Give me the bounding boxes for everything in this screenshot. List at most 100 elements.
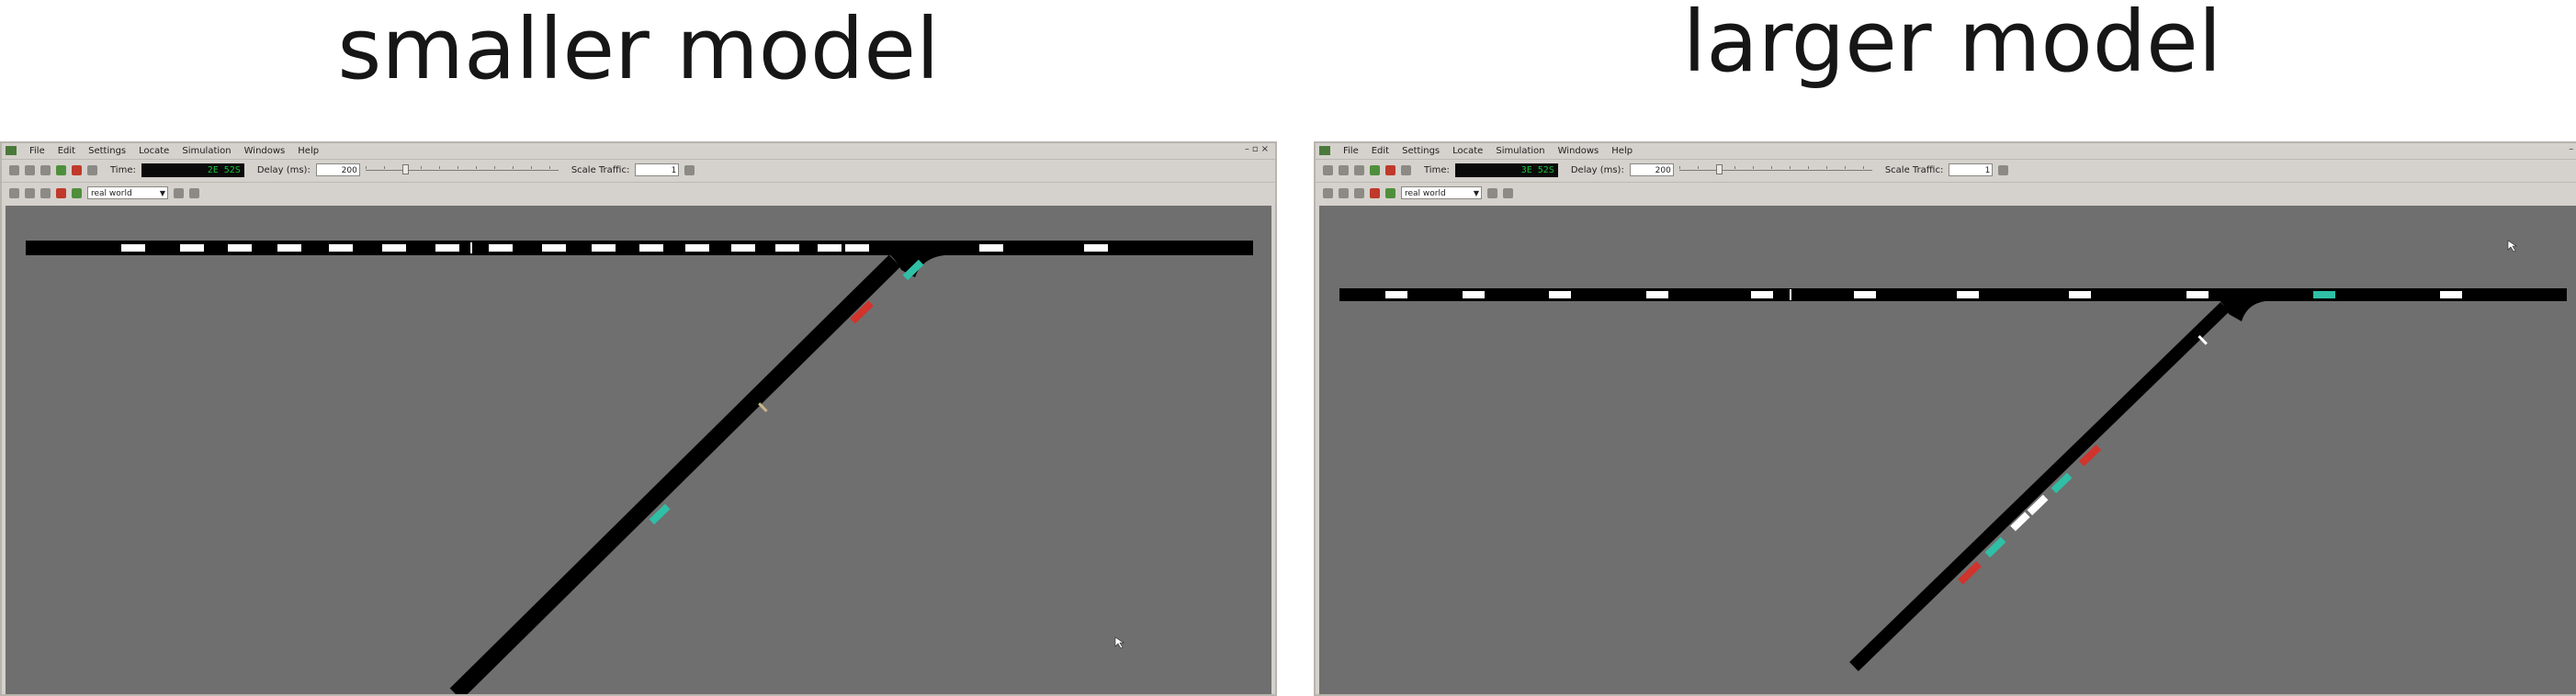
slider-thumb[interactable] (1715, 164, 1723, 174)
step-icon[interactable] (1401, 164, 1411, 175)
step-icon[interactable] (87, 164, 97, 175)
on-ramp (1849, 301, 2230, 672)
menu-windows[interactable]: Windows (244, 146, 286, 156)
menu-windows[interactable]: Windows (1558, 146, 1599, 156)
delay-spinner[interactable]: 200 (1629, 163, 1674, 176)
screenshot-icon[interactable] (1503, 187, 1513, 198)
ramp-marker (758, 402, 768, 413)
vehicle (1751, 291, 1773, 298)
vehicle (1463, 291, 1485, 298)
scale-traffic-spinner[interactable]: 1 (1949, 163, 1994, 176)
chevron-down-icon: ▼ (159, 189, 165, 197)
sumo-gui-window: File Edit Settings Locate Simulation Win… (1314, 141, 2576, 696)
vehicle (845, 244, 869, 252)
vehicle (1084, 244, 1108, 252)
tree-icon[interactable] (1385, 187, 1395, 198)
slider-tick (475, 166, 477, 169)
vehicle-teal (2313, 291, 2335, 298)
time-label: Time: (110, 164, 136, 175)
apply-icon[interactable] (1998, 164, 2009, 175)
delay-label: Delay (ms): (256, 164, 311, 175)
color-icon[interactable] (56, 187, 66, 198)
vehicle (1385, 291, 1407, 298)
run-icon[interactable] (1370, 164, 1380, 175)
slider-tick (1825, 166, 1827, 169)
vehicle (542, 244, 566, 252)
vehicle (1854, 291, 1876, 298)
scale-traffic-label: Scale Traffic: (1884, 164, 1944, 175)
time-display: 3E 52S (1454, 163, 1558, 177)
menu-bar: File Edit Settings Locate Simulation Win… (2, 143, 1275, 158)
time-display: 2E 52S (141, 163, 244, 177)
window-controls[interactable]: –▫× (1245, 144, 1271, 154)
settings-icon[interactable] (174, 187, 184, 198)
slider-thumb[interactable] (401, 164, 409, 174)
app-icon (6, 146, 17, 155)
simulation-toolbar: Time: 3E 52S Delay (ms): 200 Scale Traff… (1316, 159, 2576, 180)
stop-icon[interactable] (72, 164, 82, 175)
color-icon[interactable] (1370, 187, 1380, 198)
delay-spinner[interactable]: 200 (315, 163, 360, 176)
menu-simulation[interactable]: Simulation (182, 146, 231, 156)
slider-tick (548, 166, 550, 169)
save-icon[interactable] (40, 164, 51, 175)
vehicle (775, 244, 799, 252)
open-icon[interactable] (9, 164, 19, 175)
locate-icon[interactable] (9, 187, 19, 198)
menu-edit[interactable]: Edit (1372, 146, 1389, 156)
slider-tick (1752, 166, 1754, 169)
open-icon[interactable] (1323, 164, 1333, 175)
menu-settings[interactable]: Settings (88, 146, 126, 156)
run-icon[interactable] (56, 164, 66, 175)
simulation-canvas[interactable] (6, 206, 1271, 694)
settings-icon[interactable] (1487, 187, 1497, 198)
locate-icon[interactable] (1323, 187, 1333, 198)
menu-file[interactable]: File (1343, 146, 1359, 156)
menu-edit[interactable]: Edit (58, 146, 75, 156)
view-scheme-select[interactable]: real world ▼ (87, 186, 168, 199)
reload-icon[interactable] (1339, 164, 1349, 175)
vehicle (1646, 291, 1668, 298)
delay-slider[interactable] (1678, 163, 1872, 176)
zoom-icon[interactable] (1339, 187, 1349, 198)
slider-tick (383, 166, 385, 169)
simulation-canvas[interactable] (1319, 206, 2576, 694)
scale-traffic-spinner[interactable]: 1 (635, 163, 680, 176)
menu-locate[interactable]: Locate (139, 146, 169, 156)
vehicle (731, 244, 755, 252)
sumo-gui-window: File Edit Settings Locate Simulation Win… (0, 141, 1277, 696)
delay-slider[interactable] (365, 163, 559, 176)
vehicle (277, 244, 301, 252)
window-controls[interactable]: –▫ (2569, 144, 2576, 154)
tree-icon[interactable] (72, 187, 82, 198)
menu-settings[interactable]: Settings (1402, 146, 1440, 156)
panel-caption: smaller model (337, 0, 940, 98)
edit-icon[interactable] (40, 187, 51, 198)
road-network (1339, 240, 2567, 672)
vehicle (489, 244, 513, 252)
zoom-icon[interactable] (25, 187, 35, 198)
view-scheme-select[interactable]: real world ▼ (1401, 186, 1482, 199)
slider-tick (1844, 166, 1846, 169)
screenshot-icon[interactable] (189, 187, 199, 198)
menu-locate[interactable]: Locate (1452, 146, 1483, 156)
save-icon[interactable] (1354, 164, 1364, 175)
vehicle (121, 244, 145, 252)
app-icon (1319, 146, 1330, 155)
simulation-toolbar: Time: 2E 52S Delay (ms): 200 Scale Traff… (2, 159, 1275, 180)
apply-icon[interactable] (684, 164, 695, 175)
reload-icon[interactable] (25, 164, 35, 175)
stop-icon[interactable] (1385, 164, 1395, 175)
menu-simulation[interactable]: Simulation (1496, 146, 1544, 156)
scale-traffic-label: Scale Traffic: (571, 164, 630, 175)
vehicles-on-ramp (649, 259, 924, 525)
menu-file[interactable]: File (29, 146, 45, 156)
on-ramp (449, 254, 901, 694)
menu-help[interactable]: Help (298, 146, 319, 156)
menu-help[interactable]: Help (1611, 146, 1633, 156)
edit-icon[interactable] (1354, 187, 1364, 198)
view-scheme-value: real world (91, 189, 132, 198)
vehicle (2440, 291, 2462, 298)
vehicle (2186, 291, 2209, 298)
vehicle (1549, 291, 1571, 298)
